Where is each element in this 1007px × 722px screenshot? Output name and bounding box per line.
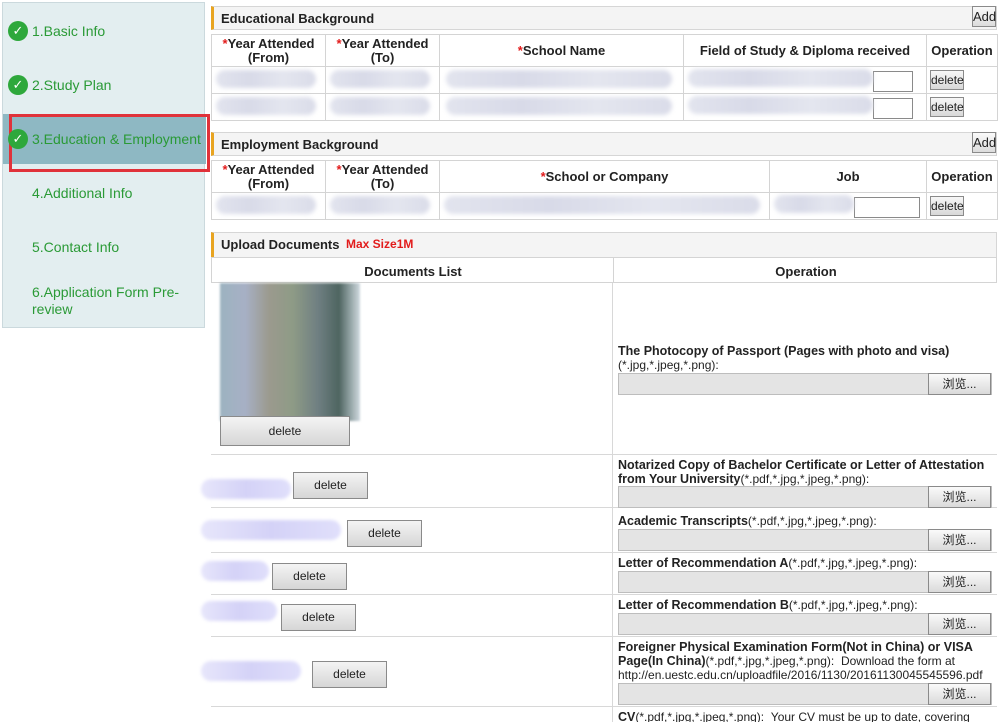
browse-button[interactable]: 浏览... [928, 529, 991, 551]
delete-button[interactable]: delete [220, 416, 350, 446]
col-job: Job [769, 160, 927, 193]
upload-section-header: Upload Documents Max Size1M [211, 232, 997, 257]
add-employment-button[interactable]: Add [972, 132, 996, 153]
upload-title: Upload Documents [221, 237, 340, 252]
physical-exam-file-input[interactable]: 浏览... [618, 683, 992, 705]
sidebar-step-additional-info[interactable]: 4.Additional Info [3, 168, 206, 218]
company-field[interactable] [439, 192, 770, 220]
doc-formats: (*.pdf,*.jpg,*.jpeg,*.png): [788, 598, 918, 612]
max-size-note: Max Size1M [346, 237, 414, 251]
recommendation-a-file-input[interactable]: 浏览... [618, 571, 992, 593]
browse-button[interactable]: 浏览... [928, 373, 991, 395]
upload-row-transcripts: delete Academic Transcripts(*.pdf,*.jpg,… [201, 508, 997, 553]
delete-button[interactable]: delete [293, 472, 368, 499]
step-label: 1.Basic Info [32, 22, 106, 39]
upload-row-recommendation-b: delete Letter of Recommendation B(*.pdf,… [201, 595, 997, 637]
col-year-from: *Year Attended (From) [211, 160, 326, 193]
check-icon: ✓ [8, 129, 28, 149]
step-label: 6.Application Form Pre-review [32, 284, 180, 317]
education-table: *Year Attended (From) *Year Attended (To… [211, 34, 998, 121]
sidebar-step-application-preview[interactable]: 6.Application Form Pre-review [3, 276, 206, 326]
employment-section-header: Employment Background Add [211, 132, 997, 156]
field-of-study-field[interactable] [683, 66, 927, 94]
col-school-or-company: *School or Company [439, 160, 770, 193]
education-title: Educational Background [221, 11, 375, 26]
steps-sidebar: ✓ 1.Basic Info ✓ 2.Study Plan ✓ 3.Educat… [2, 2, 210, 328]
check-icon: ✓ [8, 75, 28, 95]
to-field[interactable] [325, 66, 440, 94]
browse-button[interactable]: 浏览... [928, 571, 991, 593]
delete-button[interactable]: delete [347, 520, 422, 547]
passport-file-input[interactable]: 浏览... [618, 373, 992, 395]
col-year-to: *Year Attended (To) [325, 160, 440, 193]
browse-button[interactable]: 浏览... [928, 613, 991, 635]
browse-button[interactable]: 浏览... [928, 486, 991, 508]
education-section-header: Educational Background Add [211, 6, 997, 30]
check-icon: ✓ [8, 21, 28, 41]
doc-title: The Photocopy of Passport (Pages with ph… [618, 344, 950, 358]
from-field[interactable] [211, 93, 326, 121]
delete-button[interactable]: delete [930, 196, 964, 216]
upload-row-physical-exam: delete Foreigner Physical Examination Fo… [201, 637, 997, 707]
sidebar-step-contact-info[interactable]: 5.Contact Info [3, 222, 206, 272]
from-field[interactable] [211, 192, 326, 220]
step-label: 3.Education & Employment [32, 130, 201, 147]
sidebar-step-education-employment[interactable]: ✓ 3.Education & Employment [3, 114, 210, 172]
col-documents-list: Documents List [364, 264, 462, 279]
passport-thumbnail [220, 283, 360, 421]
add-education-button[interactable]: Add [972, 6, 996, 27]
sidebar-step-basic-info[interactable]: ✓ 1.Basic Info [3, 6, 206, 56]
doc-formats: (*.jpg,*.jpeg,*.png): [618, 358, 719, 372]
recommendation-b-file-input[interactable]: 浏览... [618, 613, 992, 635]
col-year-from: *Year Attended (From) [211, 34, 326, 67]
delete-button[interactable]: delete [312, 661, 387, 688]
bachelor-file-input[interactable]: 浏览... [618, 486, 992, 508]
doc-cv-note: Your CV must be up to date, covering [770, 710, 970, 722]
upload-row-recommendation-a: delete Letter of Recommendation A(*.pdf,… [201, 553, 997, 595]
col-year-to: *Year Attended (To) [325, 34, 440, 67]
upload-table-header: Documents List Operation [211, 257, 997, 283]
job-field[interactable] [769, 192, 927, 220]
step-label: 5.Contact Info [32, 238, 120, 255]
upload-row-cv: CV(*.pdf,*.jpg,*.jpeg,*.png): Your CV mu… [211, 707, 997, 722]
upload-row-bachelor: delete Notarized Copy of Bachelor Certif… [201, 455, 997, 508]
doc-title: Academic Transcripts [618, 514, 748, 528]
step-label: 4.Additional Info [32, 184, 133, 201]
employment-table: *Year Attended (From) *Year Attended (To… [211, 160, 998, 220]
col-field-of-study: Field of Study & Diploma received [683, 34, 927, 67]
delete-button[interactable]: delete [930, 70, 964, 90]
doc-title: Letter of Recommendation A [618, 556, 789, 570]
delete-button[interactable]: delete [930, 97, 964, 117]
upload-row-passport: delete The Photocopy of Passport (Pages … [211, 283, 997, 455]
col-operation: Operation [775, 264, 837, 279]
to-field[interactable] [325, 93, 440, 121]
to-field[interactable] [325, 192, 440, 220]
delete-button[interactable]: delete [281, 604, 356, 631]
employment-title: Employment Background [221, 137, 379, 152]
doc-formats: (*.pdf,*.jpg,*.jpeg,*.png): [635, 710, 765, 722]
col-school-name: *School Name [439, 34, 684, 67]
delete-button[interactable]: delete [272, 563, 347, 590]
doc-formats: (*.pdf,*.jpg,*.jpeg,*.png): [747, 514, 877, 528]
doc-formats: (*.pdf,*.jpg,*.jpeg,*.png): [788, 556, 918, 570]
browse-button[interactable]: 浏览... [928, 683, 991, 705]
table-row: delete [211, 93, 998, 121]
doc-formats: (*.pdf,*.jpg,*.jpeg,*.png): [740, 472, 870, 486]
transcripts-file-input[interactable]: 浏览... [618, 529, 992, 551]
field-of-study-field[interactable] [683, 93, 927, 121]
col-operation: Operation [926, 34, 998, 67]
col-operation: Operation [926, 160, 998, 193]
school-name-field[interactable] [439, 66, 684, 94]
sidebar-step-study-plan[interactable]: ✓ 2.Study Plan [3, 60, 206, 110]
main-content: Educational Background Add *Year Attende… [201, 0, 998, 722]
table-row: delete [211, 192, 998, 220]
from-field[interactable] [211, 66, 326, 94]
doc-formats: (*.pdf,*.jpg,*.jpeg,*.png): [705, 654, 835, 668]
school-name-field[interactable] [439, 93, 684, 121]
step-label: 2.Study Plan [32, 76, 112, 93]
doc-title: Letter of Recommendation B [618, 598, 789, 612]
doc-title: CV [618, 710, 636, 722]
table-row: delete [211, 66, 998, 94]
